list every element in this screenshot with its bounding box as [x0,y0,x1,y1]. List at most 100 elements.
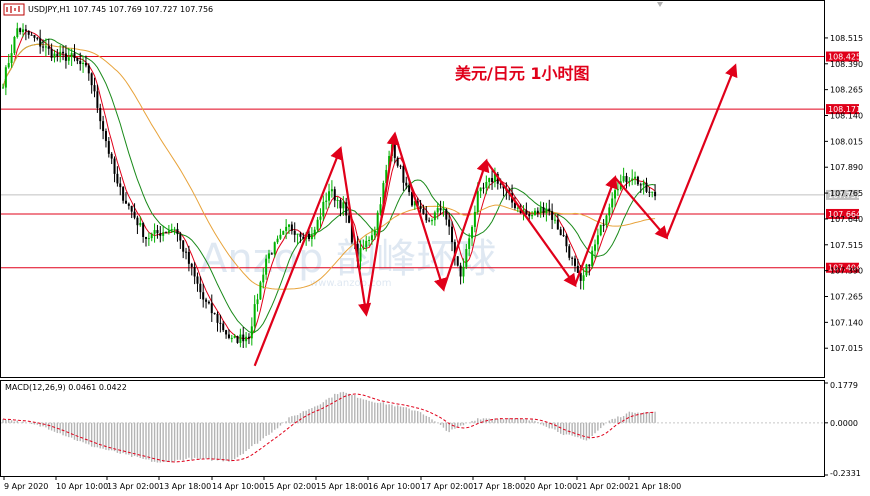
candle-body [428,220,431,222]
candle-body [199,283,202,293]
candle-body [19,28,22,33]
candle-body [256,299,259,305]
candle-body [591,250,594,267]
candle-body [536,210,539,214]
candle-body [7,63,10,68]
candle-body [84,62,87,66]
candle-body [167,230,170,233]
y-tick-label: 107.890 [830,163,863,172]
candle-body [459,265,462,277]
candle-body [654,191,657,197]
candle-body [250,326,253,339]
y-tick-label: 108.390 [830,60,863,69]
candle-body [210,303,213,314]
candle-body [462,266,465,277]
candle-body [162,232,165,236]
candle-body [233,336,236,338]
candle-body [124,200,127,204]
candle-body [207,301,210,304]
candle-body [39,38,42,47]
candle-body [113,158,116,174]
candle-body [310,235,313,240]
macd-title: MACD(12,26,9) 0.0461 0.0422 [5,383,127,392]
candle-body [47,46,50,49]
candle-body [605,215,608,226]
candle-body [379,204,382,213]
candle-body [4,67,7,88]
x-tick-label: 17 Apr 18:00 [473,482,525,491]
chart-title: USDJPY,H1 107.745 107.769 107.727 107.75… [28,5,213,14]
candle-body [59,51,62,57]
y-tick-label: 107.015 [830,344,863,353]
candle-body [339,200,342,209]
candle-body [76,58,79,61]
y-tick-label: 108.515 [830,34,863,43]
candle-body [479,187,482,192]
candle-body [30,34,33,36]
candle-body [36,37,39,39]
candle-body [448,219,451,227]
candle-body [359,248,362,262]
candle-body [588,264,591,267]
candle-body [553,219,556,221]
candle-body [213,313,216,315]
candle-body [442,209,445,211]
x-tick-label: 13 Apr 18:00 [159,482,211,491]
candle-body [471,226,474,239]
candle-body [247,336,250,339]
candle-body [130,205,133,212]
candle-body [96,91,99,108]
candle-body [42,46,45,48]
candle-body [408,185,411,193]
macd-bottom-label: -0.2331 [830,469,861,478]
candle-body [196,276,199,284]
candle-body [319,216,322,220]
macd-top-label: 0.1779 [830,381,858,390]
candle-body [396,157,399,166]
candle-body [279,234,282,239]
candle-body [562,235,565,237]
candle-body [62,51,65,54]
candle-body [328,191,331,201]
candle-body [50,48,53,58]
candle-body [330,189,333,192]
candle-body [216,313,219,323]
candle-body [87,65,90,74]
candle-body [10,53,13,64]
candle-body [64,53,67,61]
y-tick-label: 107.640 [830,215,863,224]
candle-body [156,230,159,234]
candle-body [631,178,634,181]
candle-body [82,62,85,65]
candle-body [445,209,448,220]
candle-body [342,202,345,209]
candle-body [316,219,319,230]
candle-body [456,256,459,266]
x-tick-label: 14 Apr 10:00 [212,482,264,491]
candle [236,335,239,344]
candle-body [585,264,588,276]
y-tick-label: 108.140 [830,111,863,120]
candle-body [205,299,208,302]
candle [13,35,16,56]
candle-body [528,214,531,217]
candle-body [262,274,265,283]
candle-body [376,212,379,231]
candle-body [468,238,471,250]
candle-body [267,253,270,259]
candle-body [608,207,611,216]
candle [282,230,285,235]
macd-zero-label: 0.0000 [830,419,858,428]
candle-body [179,234,182,241]
candle-body [133,211,136,218]
candle-body [219,322,222,324]
candle-body [33,34,36,38]
candle-body [67,57,70,61]
candle-body [159,233,162,236]
candle [456,255,459,267]
candle-body [230,337,233,339]
candle-body [70,53,73,58]
x-tick-label: 15 Apr 18:00 [316,482,368,491]
candle-body [628,180,631,183]
candle-body [142,222,145,237]
